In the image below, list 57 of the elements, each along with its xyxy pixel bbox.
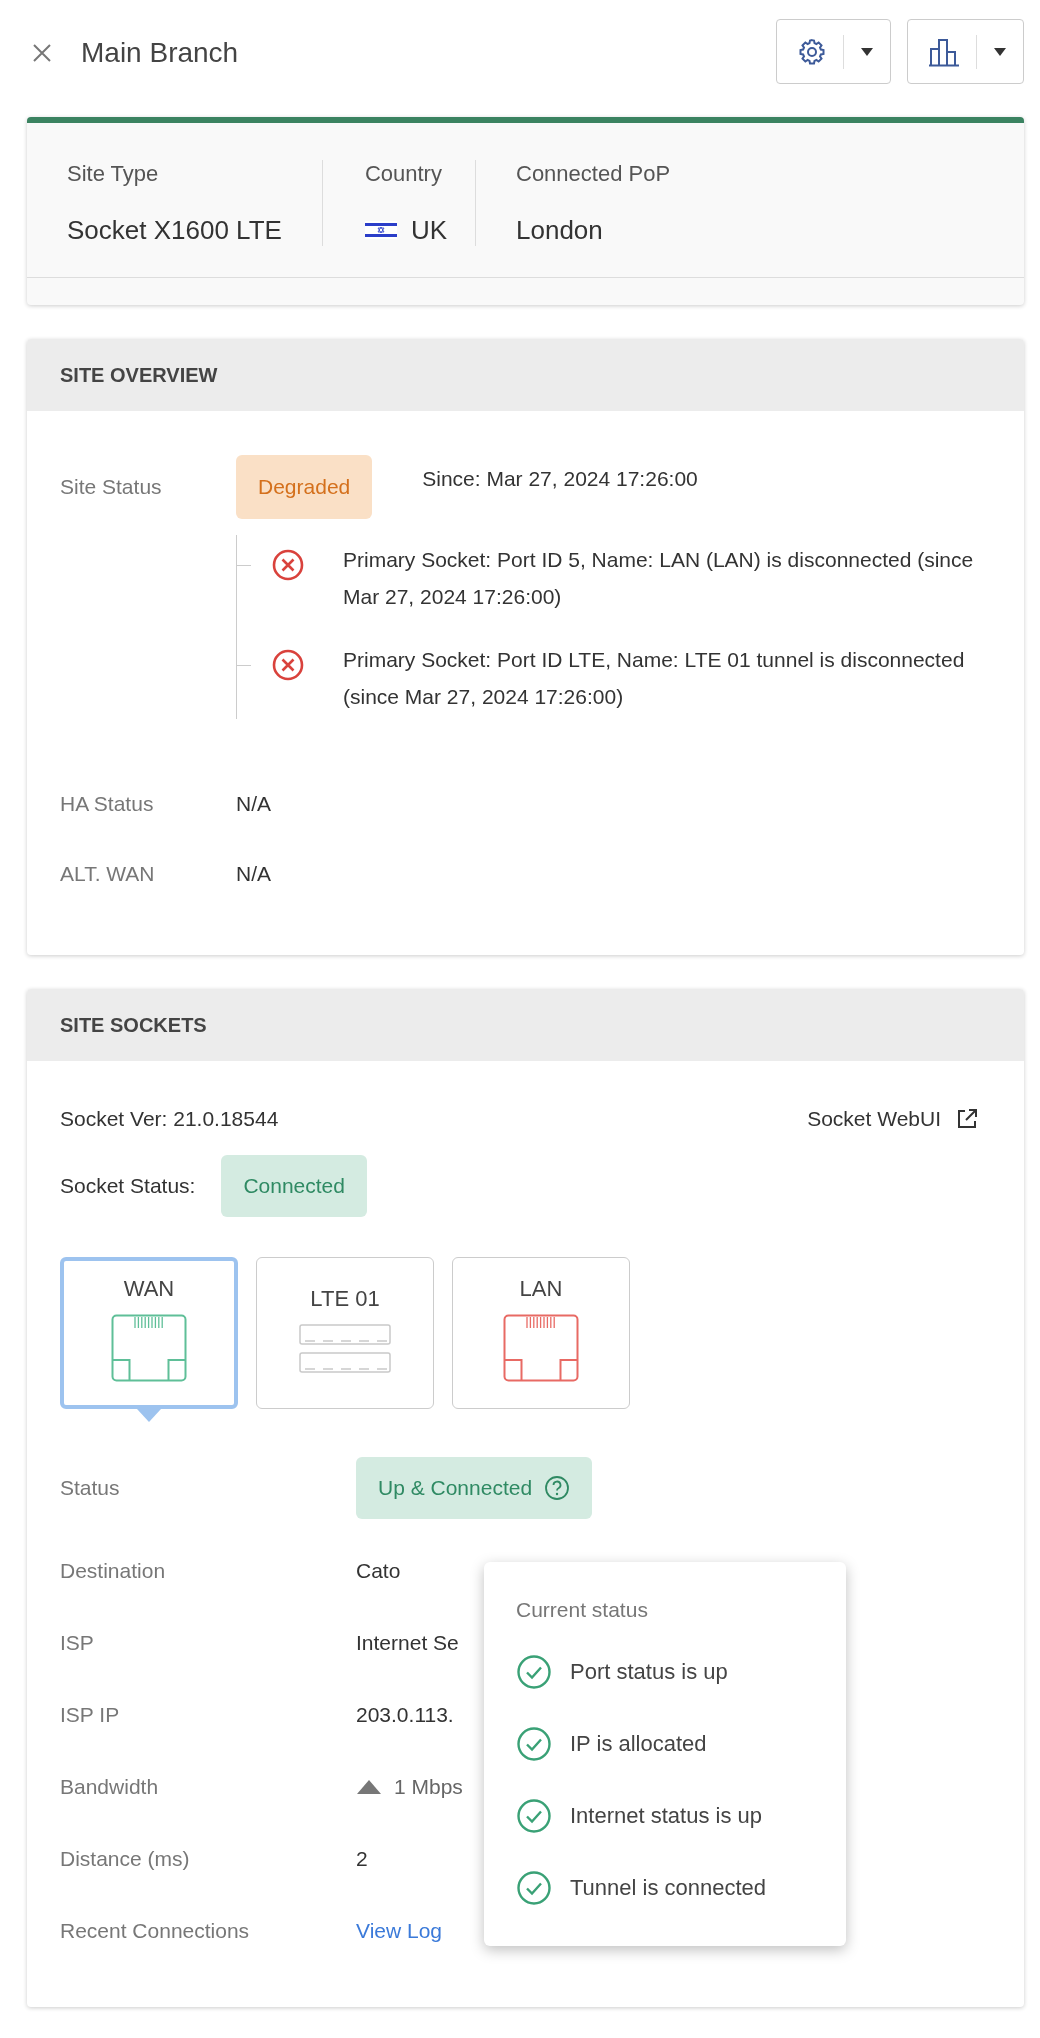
field-label: ALT. WAN — [60, 861, 156, 887]
upload-triangle-icon — [356, 1779, 382, 1795]
status-badge: Connected — [221, 1155, 367, 1217]
tooltip-title: Current status — [516, 1598, 649, 1622]
field-label: Connected PoP — [516, 160, 671, 188]
field-label: Distance (ms) — [60, 1847, 191, 1871]
field-label: Recent Connections — [60, 1919, 251, 1943]
section-header: SITE SOCKETS — [27, 989, 1024, 1061]
help-icon — [544, 1475, 571, 1501]
field-value: Cato — [356, 1559, 401, 1583]
port-tab[interactable]: LAN — [452, 1257, 630, 1409]
field-value: 2 — [356, 1847, 368, 1871]
settings-menu-button[interactable] — [776, 19, 891, 84]
status-check-text: Port status is up — [570, 1659, 728, 1685]
field-label: ISP IP — [60, 1703, 121, 1727]
status-check-text: Internet status is up — [570, 1803, 762, 1829]
field-label: Country — [364, 160, 443, 188]
field-label: Destination — [60, 1559, 167, 1583]
bar-chart-icon — [928, 36, 960, 67]
caret-icon — [993, 46, 1007, 57]
field-value: N/A — [236, 862, 271, 886]
issue-message: Primary Socket: Port ID 5, Name: LAN (LAN) is disconnected (since Mar 27, 2024 17:26:00) — [343, 547, 975, 610]
field-value: 1 Mbps — [394, 1775, 463, 1799]
field-label: Site Status — [60, 474, 163, 500]
field-label: Socket Status: — [60, 1174, 196, 1198]
socket-version: Socket Ver: 21.0.18544 — [60, 1107, 279, 1131]
field-label: Bandwidth — [60, 1775, 160, 1799]
pointer-triangle-icon — [137, 1409, 161, 1422]
status-check-text: Tunnel is connected — [570, 1875, 767, 1901]
socket-webui-link[interactable]: Socket WebUI — [807, 1107, 979, 1131]
since-text: Since: Mar 27, 2024 17:26:00 — [422, 466, 698, 492]
field-value: London — [516, 214, 603, 246]
field-value: Socket X1600 LTE — [67, 214, 282, 246]
caret-icon — [860, 46, 874, 57]
field-value: UK — [410, 214, 447, 246]
field-value: Internet Se — [356, 1631, 459, 1655]
field-label: Status — [60, 1476, 121, 1500]
view-log-link[interactable]: View Log — [356, 1919, 442, 1943]
external-link-icon — [955, 1107, 979, 1131]
reports-menu-button[interactable] — [907, 19, 1024, 84]
status-check-text: IP is allocated — [570, 1731, 707, 1757]
status-badge: Degraded — [236, 455, 373, 519]
error-icon — [271, 548, 305, 582]
page-title: Main Branch — [81, 36, 239, 69]
field-value: N/A — [236, 792, 271, 816]
section-header: SITE OVERVIEW — [27, 339, 1024, 411]
issue-message: Primary Socket: Port ID LTE, Name: LTE 01 tunnel is disconnected (since Mar 27, 2024 17:26:00) — [343, 647, 966, 710]
field-label: ISP — [60, 1631, 95, 1655]
error-icon — [271, 648, 305, 682]
flag-icon — [364, 221, 397, 239]
settings-icon — [797, 36, 827, 67]
port-tab[interactable]: LTE 01 — [256, 1257, 434, 1409]
field-value: 203.0.113. — [356, 1703, 454, 1727]
field-label: Site Type — [67, 160, 160, 188]
field-label: HA Status — [60, 791, 155, 817]
port-tab[interactable]: WAN — [60, 1257, 238, 1409]
close-icon — [31, 41, 53, 64]
